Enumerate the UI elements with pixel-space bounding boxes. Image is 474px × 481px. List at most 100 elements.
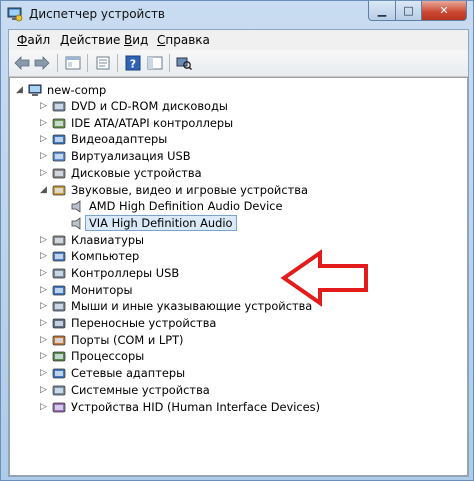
sound-device-icon bbox=[52, 185, 66, 195]
collapse-arrow-icon[interactable]: ◢ bbox=[40, 186, 48, 195]
expand-arrow-icon[interactable]: ▷ bbox=[40, 336, 48, 345]
tree-category[interactable]: ▷ Видеоадаптеры bbox=[34, 131, 167, 147]
tree-category[interactable]: ▷ DVD и CD-ROM дисководы bbox=[34, 98, 228, 114]
toolbar-separator bbox=[169, 54, 170, 72]
view-pane-icon bbox=[147, 56, 163, 70]
expand-arrow-icon[interactable]: ▷ bbox=[40, 102, 48, 111]
ide-controller-icon bbox=[52, 118, 66, 128]
menu-help[interactable]: Справка bbox=[157, 33, 210, 47]
properties-icon bbox=[96, 56, 110, 70]
tree-category-label: Мыши и иные указывающие устройства bbox=[71, 299, 313, 313]
tree-category[interactable]: ◢ Звуковые, видео и игровые устройства bbox=[34, 182, 308, 198]
back-arrow-icon bbox=[14, 56, 30, 70]
expand-arrow-icon[interactable]: ▷ bbox=[40, 403, 48, 412]
expand-arrow-icon[interactable]: ▷ bbox=[40, 252, 48, 261]
dvd-drive-icon bbox=[52, 101, 66, 111]
toolbar: ? bbox=[9, 50, 468, 77]
expand-arrow-icon[interactable]: ▷ bbox=[40, 236, 48, 245]
expand-arrow-icon[interactable]: ▷ bbox=[40, 169, 48, 178]
back-button[interactable] bbox=[13, 54, 31, 72]
menu-view-accel: В bbox=[124, 33, 133, 47]
audio-device-label: VIA High Definition Audio bbox=[85, 215, 237, 231]
hid-icon bbox=[52, 402, 66, 412]
menu-view[interactable]: Вид bbox=[124, 33, 148, 47]
usb-virtualization-icon bbox=[52, 151, 66, 161]
tree-category[interactable]: ▷ Контроллеры USB bbox=[34, 265, 179, 281]
minimize-button[interactable]: ▁ bbox=[368, 1, 396, 21]
tree-category-label: Устройства HID (Human Interface Devices) bbox=[71, 400, 321, 414]
mouse-icon bbox=[52, 301, 66, 311]
collapse-arrow-icon[interactable]: ◢ bbox=[16, 86, 24, 95]
tree-category[interactable]: ▷ Мониторы bbox=[34, 282, 132, 298]
tree-category-label: Системные устройства bbox=[71, 383, 210, 397]
tree-category[interactable]: ▷ IDE ATA/ATAPI контроллеры bbox=[34, 115, 233, 131]
menu-view-rest: ид bbox=[132, 33, 149, 47]
tree-category[interactable]: ▷ Мыши и иные указывающие устройства bbox=[34, 298, 312, 314]
menu-file[interactable]: Файл bbox=[17, 33, 50, 47]
expand-arrow-icon[interactable]: ▷ bbox=[40, 119, 48, 128]
tree-category[interactable]: ▷ Процессоры bbox=[34, 348, 144, 364]
keyboard-icon bbox=[52, 235, 66, 245]
tree-category-label: IDE ATA/ATAPI контроллеры bbox=[71, 116, 234, 130]
tree-category[interactable]: ▷ Системные устройства bbox=[34, 382, 210, 398]
expand-arrow-icon[interactable]: ▷ bbox=[40, 286, 48, 295]
show-hide-tree-button[interactable] bbox=[64, 54, 82, 72]
client-area: Файл Действие Вид Справка ? ◢ new-comp ▷… bbox=[8, 29, 469, 477]
processor-icon bbox=[52, 351, 66, 361]
tree-category-label: Звуковые, видео и игровые устройства bbox=[71, 183, 308, 197]
tree-root[interactable]: ◢ new-comp bbox=[16, 82, 106, 98]
expand-arrow-icon[interactable]: ▷ bbox=[40, 369, 48, 378]
maximize-icon: □ bbox=[403, 4, 414, 17]
expand-arrow-icon[interactable]: ▷ bbox=[40, 352, 48, 361]
tree-category-label: Виртуализация USB bbox=[71, 149, 191, 163]
tree-category[interactable]: ▷ Сетевые адаптеры bbox=[34, 365, 185, 381]
monitor-icon bbox=[52, 285, 66, 295]
tree-category-label: Видеоадаптеры bbox=[71, 132, 168, 146]
tree-category[interactable]: ▷ Компьютер bbox=[34, 248, 139, 264]
menu-bar: Файл Действие Вид Справка bbox=[9, 30, 468, 50]
tree-category-label: Компьютер bbox=[71, 249, 140, 263]
speaker-icon bbox=[71, 199, 81, 213]
menu-action[interactable]: Действие bbox=[60, 33, 120, 47]
view-pane-button[interactable] bbox=[146, 54, 164, 72]
expand-arrow-icon[interactable]: ▷ bbox=[40, 302, 48, 311]
title-bar[interactable]: Диспетчер устройств ▁ □ ✕ bbox=[1, 1, 473, 29]
tree-category[interactable]: ▷ Клавиатуры bbox=[34, 232, 144, 248]
expand-arrow-icon[interactable]: ▷ bbox=[40, 319, 48, 328]
close-button[interactable]: ✕ bbox=[422, 1, 467, 21]
tree-pane-icon bbox=[65, 56, 81, 70]
tree-category[interactable]: ▷ Устройства HID (Human Interface Devices… bbox=[34, 399, 320, 415]
tree-category[interactable]: ▷ Дисковые устройства bbox=[34, 165, 202, 181]
scan-hardware-button[interactable] bbox=[175, 54, 193, 72]
tree-category-label: Мониторы bbox=[71, 283, 133, 297]
audio-device-item[interactable]: AMD High Definition Audio Device bbox=[70, 198, 283, 214]
expand-arrow-icon[interactable]: ▷ bbox=[40, 152, 48, 161]
display-adapter-icon bbox=[52, 134, 66, 144]
maximize-button[interactable]: □ bbox=[396, 1, 422, 21]
expand-arrow-icon[interactable]: ▷ bbox=[40, 135, 48, 144]
toolbar-separator bbox=[57, 54, 58, 72]
tree-category-label: DVD и CD-ROM дисководы bbox=[71, 99, 228, 113]
tree-category-label: Процессоры bbox=[71, 349, 145, 363]
forward-button[interactable] bbox=[33, 54, 51, 72]
device-manager-icon bbox=[7, 7, 23, 22]
menu-action-rest: ействие bbox=[69, 33, 121, 47]
network-adapter-icon bbox=[52, 368, 66, 378]
audio-device-item[interactable]: VIA High Definition Audio bbox=[70, 215, 237, 231]
menu-help-rest: правка bbox=[165, 33, 210, 47]
svg-text:?: ? bbox=[130, 58, 136, 71]
usb-controller-icon bbox=[52, 268, 66, 278]
expand-arrow-icon[interactable]: ▷ bbox=[40, 269, 48, 278]
properties-button[interactable] bbox=[94, 54, 112, 72]
tree-category[interactable]: ▷ Порты (COM и LPT) bbox=[34, 332, 183, 348]
minimize-icon: ▁ bbox=[377, 4, 387, 17]
help-button[interactable]: ? bbox=[124, 54, 142, 72]
audio-device-label: AMD High Definition Audio Device bbox=[89, 199, 283, 213]
tree-category[interactable]: ▷ Переносные устройства bbox=[34, 315, 216, 331]
expand-arrow-icon[interactable]: ▷ bbox=[40, 386, 48, 395]
window-title: Диспетчер устройств bbox=[29, 7, 166, 21]
device-manager-window: Диспетчер устройств ▁ □ ✕ Файл Действие … bbox=[0, 0, 474, 481]
portable-device-icon bbox=[52, 318, 66, 328]
device-tree[interactable]: ◢ new-comp ▷ DVD и CD-ROM дисководы ▷ IDE A… bbox=[9, 77, 468, 476]
tree-category[interactable]: ▷ Виртуализация USB bbox=[34, 148, 191, 164]
